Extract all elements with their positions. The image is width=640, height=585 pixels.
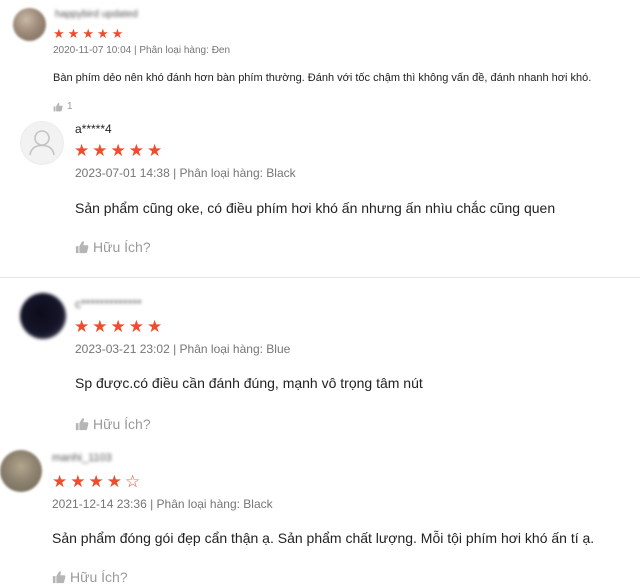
review-meta: 2020-11-07 10:04 | Phân loại hàng: Đen xyxy=(53,45,230,56)
avatar[interactable] xyxy=(20,293,66,339)
variation-value: Black xyxy=(243,497,273,511)
star-icon: ★ xyxy=(110,317,126,336)
rating-stars: ★ ★ ★ ★ ☆ xyxy=(52,473,140,490)
rating-stars: ★ ★ ★ ★ ★ xyxy=(74,318,162,335)
helpful-count: 1 xyxy=(67,101,73,112)
variation-value: Blue xyxy=(266,342,291,356)
review-username[interactable]: happybird updated xyxy=(55,9,138,20)
star-icon: ★ xyxy=(111,26,124,41)
star-icon: ★ xyxy=(92,141,108,160)
review-date: 2023-07-01 14:38 xyxy=(75,166,170,180)
star-icon: ★ xyxy=(128,317,144,336)
variation-label: Phân loại hàng: xyxy=(139,45,209,56)
review-username[interactable]: manhi_1103 xyxy=(52,452,112,464)
thumbs-up-icon xyxy=(75,241,89,254)
variation-label: Phân loại hàng: xyxy=(179,342,263,356)
helpful-button[interactable]: Hữu Ích? xyxy=(75,416,151,432)
star-icon: ★ xyxy=(92,317,108,336)
avatar[interactable] xyxy=(20,121,64,165)
star-icon: ★ xyxy=(74,317,90,336)
star-icon: ★ xyxy=(67,26,80,41)
review-meta: 2023-07-01 14:38 | Phân loại hàng: Black xyxy=(75,166,296,180)
helpful-label: Hữu Ích? xyxy=(70,569,128,585)
variation-value: Black xyxy=(266,166,296,180)
helpful-label: Hữu Ích? xyxy=(93,416,151,432)
star-icon: ★ xyxy=(96,26,109,41)
avatar[interactable] xyxy=(13,8,46,41)
rating-stars: ★ ★ ★ ★ ★ xyxy=(74,142,162,159)
star-icon: ★ xyxy=(82,26,94,41)
helpful-button[interactable]: Hữu Ích? xyxy=(75,239,151,255)
review-divider xyxy=(0,277,640,278)
review-meta: 2023-03-21 23:02 | Phân loại hàng: Blue xyxy=(75,342,290,356)
rating-stars: ★ ★ ★ ★ ★ xyxy=(53,27,123,40)
thumbs-up-icon xyxy=(75,418,89,431)
star-icon: ★ xyxy=(106,472,122,491)
variation-label: Phân loại hàng: xyxy=(179,166,263,180)
star-icon: ★ xyxy=(128,141,144,160)
review-date: 2023-03-21 23:02 xyxy=(75,342,170,356)
helpful-label: Hữu Ích? xyxy=(93,239,151,255)
thumbs-up-icon xyxy=(53,102,63,111)
variation-label: Phân loại hàng: xyxy=(156,497,240,511)
review-content: Sp được.có điều cần đánh đúng, mạnh vô t… xyxy=(75,375,423,391)
thumbs-up-icon xyxy=(52,571,66,584)
helpful-button[interactable]: Hữu Ích? xyxy=(52,569,128,585)
star-empty-icon: ☆ xyxy=(125,472,141,491)
star-icon: ★ xyxy=(74,141,90,160)
star-icon: ★ xyxy=(52,472,68,491)
review-content: Bàn phím dẻo nên khó đánh hơn bàn phím t… xyxy=(53,72,592,84)
avatar[interactable] xyxy=(0,450,42,492)
review-username[interactable]: a*****4 xyxy=(75,122,112,136)
user-silhouette-icon xyxy=(29,130,55,156)
star-icon: ★ xyxy=(147,317,163,336)
star-icon: ★ xyxy=(70,472,86,491)
review-date: 2021-12-14 23:36 xyxy=(52,497,147,511)
star-icon: ★ xyxy=(110,141,126,160)
star-icon: ★ xyxy=(88,472,104,491)
variation-value: Đen xyxy=(211,45,231,56)
helpful-button[interactable]: 1 xyxy=(53,101,73,112)
review-date: 2020-11-07 10:04 xyxy=(53,45,132,56)
review-content: Sản phẩm đóng gói đẹp cẩn thận ạ. Sản ph… xyxy=(52,530,595,546)
star-icon: ★ xyxy=(53,26,65,41)
review-username[interactable]: c************* xyxy=(75,297,142,311)
review-content: Sản phẩm cũng oke, có điều phím hơi khó … xyxy=(75,200,556,216)
star-icon: ★ xyxy=(147,141,163,160)
review-meta: 2021-12-14 23:36 | Phân loại hàng: Black xyxy=(52,497,273,511)
